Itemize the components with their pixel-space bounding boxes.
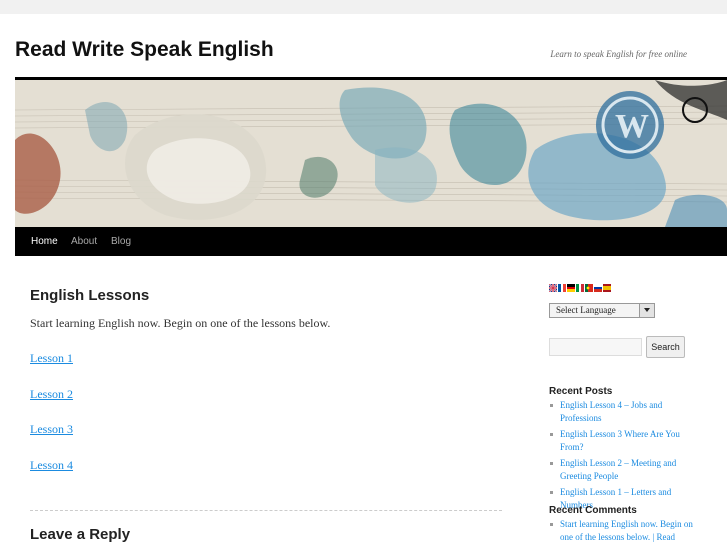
italian-flag-icon[interactable]	[576, 284, 584, 292]
russian-flag-icon[interactable]	[594, 284, 602, 292]
page-intro: Start learning English now. Begin on one…	[30, 316, 331, 330]
content-separator	[30, 510, 502, 511]
search-button[interactable]: Search	[646, 336, 685, 358]
lesson-2-link[interactable]: Lesson 2	[30, 387, 73, 402]
page-wrapper: Read Write Speak English Learn to speak …	[0, 14, 727, 545]
main-navigation: Home About Blog	[15, 227, 727, 256]
lesson-3-link[interactable]: Lesson 3	[30, 422, 73, 437]
nav-home[interactable]: Home	[31, 227, 58, 256]
reply-title: Leave a Reply	[30, 526, 131, 543]
list-item: English Lesson 2 – Meeting and Greeting …	[549, 457, 699, 483]
recent-posts-title: Recent Posts	[549, 386, 613, 397]
chevron-down-icon[interactable]	[639, 304, 654, 317]
recent-posts-list: English Lesson 4 – Jobs and Professions …	[549, 399, 699, 515]
language-select[interactable]: Select Language	[549, 303, 655, 318]
bullet-icon	[550, 462, 553, 465]
list-item: Start learning English now. Begin on one…	[549, 518, 704, 544]
recent-post-link[interactable]: English Lesson 4 – Jobs and Professions	[560, 400, 662, 423]
bullet-icon	[550, 433, 553, 436]
spanish-flag-icon[interactable]	[603, 284, 611, 292]
list-item: English Lesson 4 – Jobs and Professions	[549, 399, 699, 425]
nav-about[interactable]: About	[71, 227, 97, 256]
site-description: Learn to speak English for free online	[550, 49, 687, 59]
recent-comments-title: Recent Comments	[549, 505, 637, 516]
lesson-4-link[interactable]: Lesson 4	[30, 458, 73, 473]
bullet-icon	[550, 491, 553, 494]
translate-flags	[549, 284, 612, 293]
svg-text:W: W	[615, 108, 649, 145]
list-item: English Lesson 3 Where Are You From?	[549, 428, 699, 454]
language-select-value: Select Language	[556, 305, 616, 315]
recent-comments-list: Start learning English now. Begin on one…	[549, 518, 704, 545]
bullet-icon	[550, 523, 553, 526]
page-title: English Lessons	[30, 287, 150, 304]
portuguese-flag-icon[interactable]	[585, 284, 593, 292]
recent-comment-link[interactable]: Start learning English now. Begin on one…	[560, 519, 693, 542]
header-banner-image: W	[15, 80, 727, 227]
recent-post-link[interactable]: English Lesson 3 Where Are You From?	[560, 429, 680, 452]
english-flag-icon[interactable]	[549, 284, 557, 292]
search-input[interactable]	[549, 338, 642, 356]
german-flag-icon[interactable]	[567, 284, 575, 292]
nav-blog[interactable]: Blog	[111, 227, 131, 256]
french-flag-icon[interactable]	[558, 284, 566, 292]
site-title[interactable]: Read Write Speak English	[15, 38, 274, 62]
bullet-icon	[550, 404, 553, 407]
recent-post-link[interactable]: English Lesson 2 – Meeting and Greeting …	[560, 458, 676, 481]
lesson-1-link[interactable]: Lesson 1	[30, 351, 73, 366]
